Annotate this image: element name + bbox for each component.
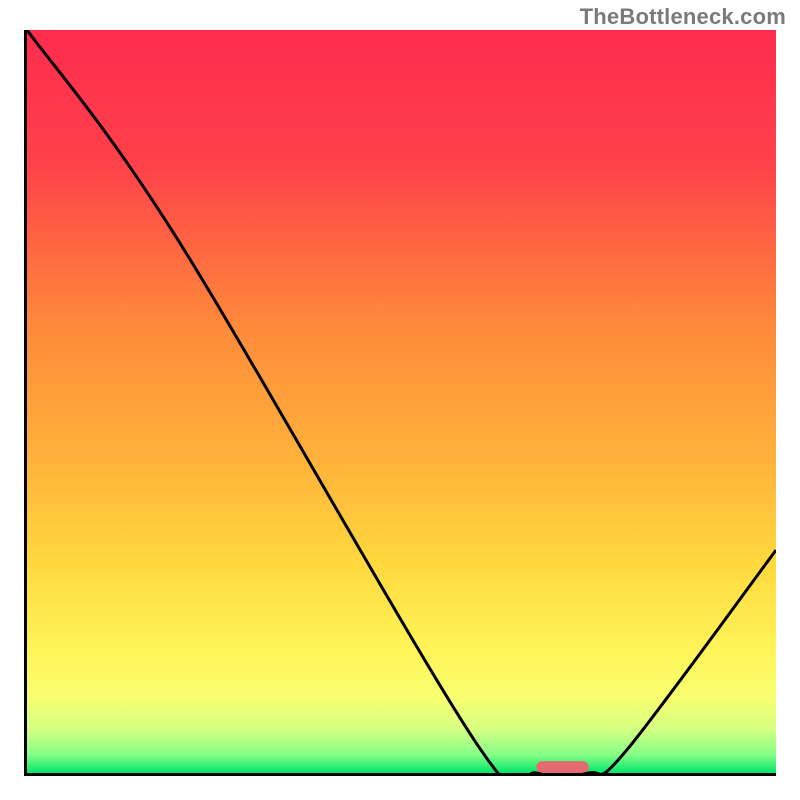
- chart-container: TheBottleneck.com: [0, 0, 800, 800]
- watermark-text: TheBottleneck.com: [580, 4, 786, 30]
- bottleneck-curve: [27, 30, 776, 773]
- plot-area: [24, 30, 776, 776]
